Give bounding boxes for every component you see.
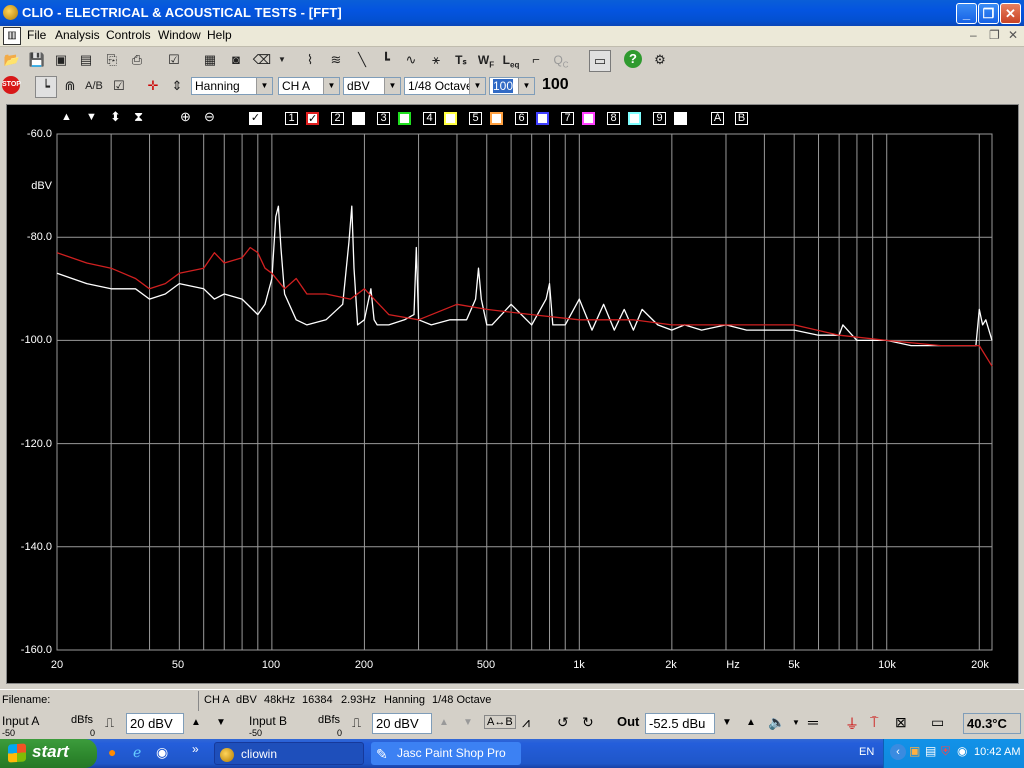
- clock: 10:42 AM: [974, 746, 1021, 758]
- tray-app-icon[interactable]: ▣: [909, 744, 920, 758]
- windows-logo-icon: [8, 743, 26, 763]
- status-smoothing: 1/48 Octave: [432, 694, 492, 706]
- out-label: Out: [617, 714, 640, 729]
- tray-network-icon[interactable]: ▤: [925, 744, 936, 758]
- speaker-icon[interactable]: 🔈: [768, 714, 785, 731]
- input-control-bar: Input A dBfs -50 0 ⎍ 20 dBV ▲ ▼ Input B …: [0, 711, 1024, 739]
- system-tray: ‹ ▣ ▤ ⛨ ◉ 10:42 AM: [883, 739, 1024, 768]
- status-sample-rate: 48kHz: [264, 694, 296, 706]
- status-divider: [198, 691, 199, 711]
- out-up-icon[interactable]: ▲: [746, 717, 756, 728]
- status-bar: Filename: CH A dBV 48kHz 16384 2.93Hz Ha…: [0, 689, 1024, 712]
- language-indicator[interactable]: EN: [859, 746, 874, 758]
- loop-right-icon[interactable]: ↻: [582, 714, 594, 731]
- input-b-range-field[interactable]: 20 dBV: [372, 713, 432, 734]
- a-to-b-button[interactable]: A↔B: [484, 715, 516, 729]
- loop-left-icon[interactable]: ↺: [557, 714, 569, 731]
- calibration-icon[interactable]: ⊠: [895, 714, 907, 731]
- paintshop-task-icon: ✎: [376, 746, 388, 762]
- settings-icon[interactable]: ▭: [931, 714, 944, 731]
- polarity-icon[interactable]: ⏚: [845, 714, 859, 734]
- series-line-red: [56, 246, 993, 367]
- series-line-white: [56, 205, 993, 347]
- speaker-dropdown-icon[interactable]: ▼: [792, 718, 800, 727]
- input-b-down-icon[interactable]: ▼: [463, 717, 473, 728]
- input-a-meter-min: -50: [2, 728, 16, 738]
- ie-icon[interactable]: ℯ: [133, 744, 141, 761]
- task-label: cliowin: [241, 747, 278, 761]
- tray-expand-icon[interactable]: ‹: [890, 744, 906, 760]
- generator-icon[interactable]: ⩘: [522, 714, 530, 731]
- temperature-display: 40.3°C: [963, 713, 1021, 734]
- input-a-down-icon[interactable]: ▼: [216, 717, 226, 728]
- input-a-units: dBfs: [71, 714, 94, 726]
- quicklaunch-more-icon[interactable]: »: [192, 742, 199, 756]
- media-player-icon[interactable]: ◉: [156, 744, 168, 761]
- input-b-up-icon[interactable]: ▲: [439, 717, 449, 728]
- phantom-icon[interactable]: ⍑: [870, 714, 878, 731]
- status-channel: CH A: [204, 694, 230, 706]
- tray-volume-icon[interactable]: ◉: [957, 744, 967, 758]
- input-a-pulse-icon[interactable]: ⎍: [105, 715, 114, 731]
- clio-task-icon: [220, 748, 234, 762]
- firefox-icon[interactable]: ●: [108, 744, 116, 760]
- out-down-icon[interactable]: ▼: [722, 717, 732, 728]
- input-a-meter-max: 0: [90, 728, 96, 738]
- plot-frame: [56, 133, 993, 651]
- input-b-pulse-icon[interactable]: ⎍: [352, 715, 361, 731]
- fft-plot: [56, 133, 993, 651]
- filename-label: Filename:: [2, 694, 51, 706]
- input-b-label: Input B: [249, 714, 288, 728]
- input-b-units: dBfs: [318, 714, 341, 726]
- start-button[interactable]: start: [0, 739, 97, 768]
- input-a-label: Input A: [2, 714, 40, 728]
- task-paintshop[interactable]: ✎ Jasc Paint Shop Pro: [371, 742, 521, 765]
- input-a-range-field[interactable]: 20 dBV: [126, 713, 184, 734]
- task-cliowin[interactable]: cliowin: [214, 742, 364, 765]
- balance-icon[interactable]: ═: [808, 714, 818, 730]
- input-b-meter-min: -50: [249, 728, 263, 738]
- status-window: Hanning: [384, 694, 425, 706]
- status-fft-size: 16384: [302, 694, 333, 706]
- status-units: dBV: [236, 694, 257, 706]
- start-label: start: [32, 742, 69, 761]
- input-a-up-icon[interactable]: ▲: [191, 717, 201, 728]
- status-resolution: 2.93Hz: [341, 694, 376, 706]
- tray-security-icon[interactable]: ⛨: [941, 744, 950, 759]
- out-level-field[interactable]: -52.5 dBu: [645, 713, 715, 734]
- task-label: Jasc Paint Shop Pro: [397, 746, 506, 760]
- input-b-meter-max: 0: [337, 728, 343, 738]
